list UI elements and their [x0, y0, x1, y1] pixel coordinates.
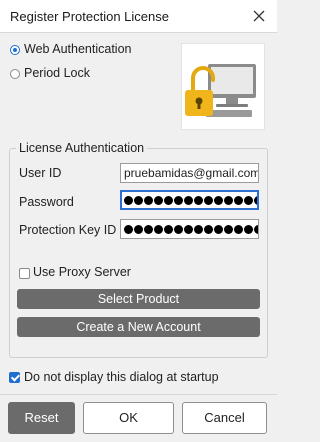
- mask-dot: [144, 195, 153, 205]
- mask-dot: [154, 195, 163, 205]
- mask-dot: [184, 195, 193, 205]
- mask-dot: [204, 224, 213, 234]
- mask-dot: [194, 224, 203, 234]
- protection-key-mask: [124, 220, 258, 238]
- mask-dot: [214, 224, 223, 234]
- mask-dot: [214, 195, 223, 205]
- use-proxy-label[interactable]: Use Proxy Server: [33, 265, 131, 279]
- password-label: Password: [19, 195, 74, 209]
- mask-dot: [194, 195, 203, 205]
- mask-dot: [184, 224, 193, 234]
- select-product-button[interactable]: Select Product: [17, 289, 260, 309]
- create-account-button[interactable]: Create a New Account: [17, 317, 260, 337]
- period-lock-radio[interactable]: [10, 69, 20, 79]
- period-lock-label[interactable]: Period Lock: [24, 66, 90, 80]
- cancel-button[interactable]: Cancel: [182, 402, 267, 434]
- mask-dot: [204, 195, 213, 205]
- startup-checkbox[interactable]: [9, 372, 20, 383]
- mask-dot: [124, 224, 133, 234]
- mask-dot: [154, 224, 163, 234]
- mask-dot: [254, 195, 257, 205]
- mask-dot: [234, 195, 243, 205]
- mask-dot: [164, 224, 173, 234]
- ok-button[interactable]: OK: [83, 402, 174, 434]
- mask-dot: [244, 224, 253, 234]
- license-illustration: [181, 43, 265, 130]
- mask-dot: [174, 224, 183, 234]
- mask-dot: [124, 195, 133, 205]
- mask-dot: [234, 224, 243, 234]
- mask-dot: [224, 224, 233, 234]
- mask-dot: [224, 195, 233, 205]
- mask-dot: [254, 224, 258, 234]
- computer-with-padlock-icon: [185, 64, 256, 117]
- mask-dot: [144, 224, 153, 234]
- user-id-field[interactable]: pruebamidas@gmail.com: [120, 163, 259, 183]
- web-authentication-label[interactable]: Web Authentication: [24, 42, 131, 56]
- user-id-label: User ID: [19, 166, 62, 180]
- protection-key-id-field[interactable]: [120, 219, 259, 239]
- footer-divider: [0, 394, 277, 395]
- web-authentication-radio[interactable]: [10, 45, 20, 55]
- mask-dot: [134, 224, 143, 234]
- protection-key-id-label: Protection Key ID: [19, 223, 117, 237]
- mask-dot: [134, 195, 143, 205]
- startup-label[interactable]: Do not display this dialog at startup: [24, 370, 219, 384]
- mask-dot: [164, 195, 173, 205]
- mask-dot: [174, 195, 183, 205]
- reset-button[interactable]: Reset: [8, 402, 75, 434]
- window-title: Register Protection License: [10, 9, 169, 24]
- mask-dot: [244, 195, 253, 205]
- use-proxy-checkbox[interactable]: [19, 268, 30, 279]
- license-authentication-legend: License Authentication: [16, 141, 148, 155]
- password-mask: [124, 192, 257, 208]
- password-field[interactable]: [120, 190, 259, 210]
- close-icon[interactable]: [250, 7, 268, 25]
- title-bar: Register Protection License: [0, 0, 277, 33]
